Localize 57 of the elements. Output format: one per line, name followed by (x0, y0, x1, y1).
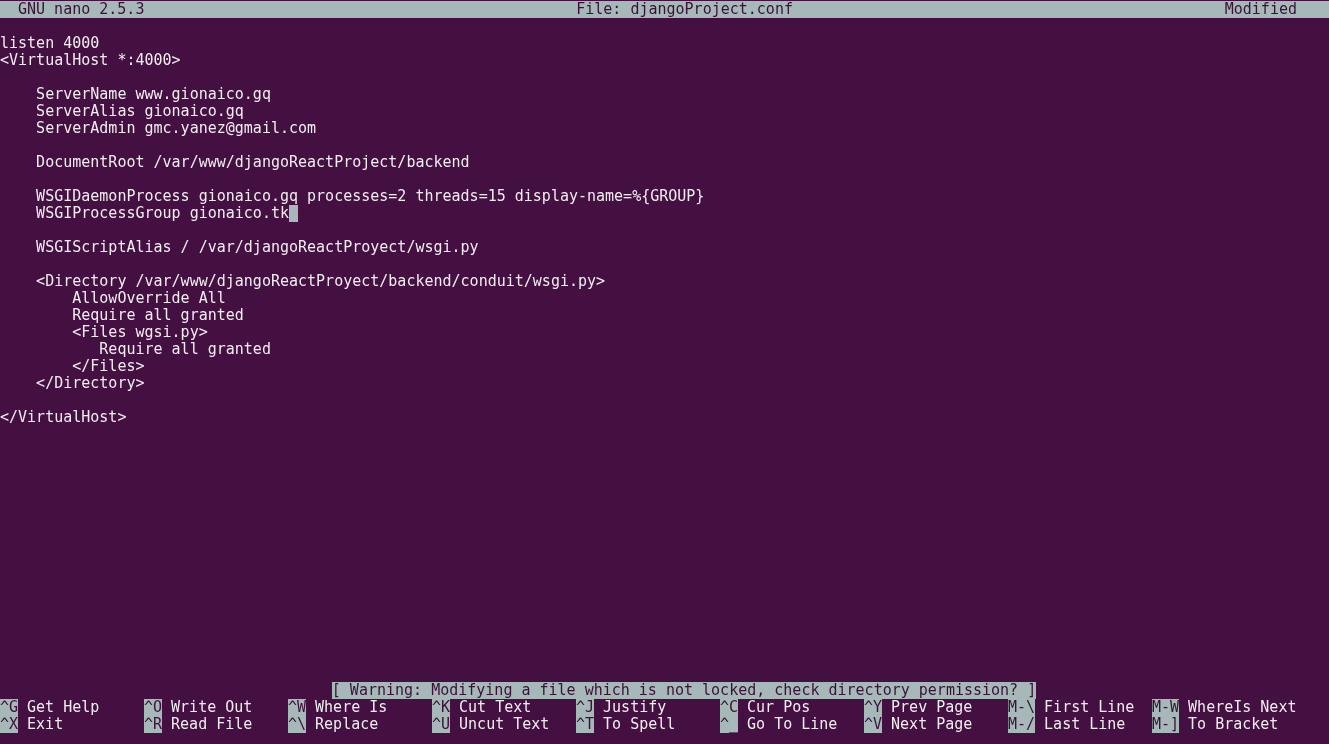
shortcut-key: M-W (1152, 699, 1180, 716)
shortcut-key: ^\ (288, 716, 307, 733)
shortcut-key: M-/ (1008, 716, 1036, 733)
shortcut-label: Get Help (27, 699, 100, 716)
code-line: Require all granted (71, 307, 244, 324)
shortcut-label: First Line (1044, 699, 1135, 716)
shortcut-label: Uncut Text (459, 716, 550, 733)
shortcut-label: Prev Page (891, 699, 973, 716)
shortcut-label: Cut Text (459, 699, 532, 716)
shortcut-key: ^K (432, 699, 451, 716)
shortcut-label: Go To Line (747, 716, 838, 733)
code-line: </Files> (71, 358, 145, 375)
shortcut-key: ^J (576, 699, 595, 716)
shortcut-key: ^_ (720, 716, 739, 733)
shortcut-key: ^C (720, 699, 739, 716)
code-line: listen 4000 (0, 35, 100, 52)
shortcut-key: M-\ (1008, 699, 1036, 716)
shortcut-label: Next Page (891, 716, 973, 733)
code-line: Require all granted (98, 341, 271, 358)
shortcut-key: ^X (0, 716, 19, 733)
shortcut-key: ^O (144, 699, 163, 716)
code-line: ServerAdmin gmc.yanez@gmail.com (35, 120, 317, 137)
shortcut-key: ^Y (864, 699, 883, 716)
shortcut-label: Last Line (1044, 716, 1126, 733)
app-version: GNU nano 2.5.3 (18, 1, 145, 18)
shortcut-key: ^R (144, 716, 163, 733)
shortcut-label: Write Out (171, 699, 253, 716)
shortcut-label: To Spell (603, 716, 676, 733)
shortcut-key: ^V (864, 716, 883, 733)
code-line: <Directory /var/www/djangoReactProyect/backend/conduit/wsgi.py> (35, 273, 606, 290)
code-line: <VirtualHost *:4000> (0, 52, 181, 69)
file-name: File: djangoProject.conf (576, 1, 793, 18)
status-message: [ Warning: Modifying a file which is not locked, check directory permission? ] (331, 682, 1037, 699)
code-line: </VirtualHost> (0, 409, 127, 426)
code-line: WSGIProcessGroup gionaico.tk (35, 205, 289, 222)
shortcut-label: Exit (27, 716, 64, 733)
code-line: ServerAlias gionaico.gq (35, 103, 244, 120)
shortcut-label: Read File (171, 716, 253, 733)
shortcut-label: Justify (603, 699, 667, 716)
code-line: ServerName www.gionaico.gq (35, 86, 271, 103)
shortcut-label: To Bracket (1188, 716, 1279, 733)
code-line: </Directory> (35, 375, 145, 392)
shortcut-key: ^U (432, 716, 451, 733)
shortcut-label: Replace (315, 716, 379, 733)
shortcut-key: ^T (576, 716, 595, 733)
shortcut-key: ^G (0, 699, 19, 716)
modified-status: Modified (1224, 1, 1297, 18)
code-line: WSGIDaemonProcess gionaico.gq processes=2 threads=15 display-name=%{GROUP} (35, 188, 705, 205)
shortcut-key: M-] (1152, 716, 1180, 733)
code-line: DocumentRoot /var/www/djangoReactProject/backend (35, 154, 470, 171)
shortcut-label: Where Is (315, 699, 388, 716)
code-line: WSGIScriptAlias / /var/djangoReactProyect/wsgi.py (35, 239, 479, 256)
shortcut-key: ^W (288, 699, 307, 716)
code-line: <Files wgsi.py> (71, 324, 208, 341)
shortcut-label: Cur Pos (747, 699, 811, 716)
code-line: AllowOverride All (71, 290, 226, 307)
shortcut-label: WhereIs Next (1188, 699, 1297, 716)
